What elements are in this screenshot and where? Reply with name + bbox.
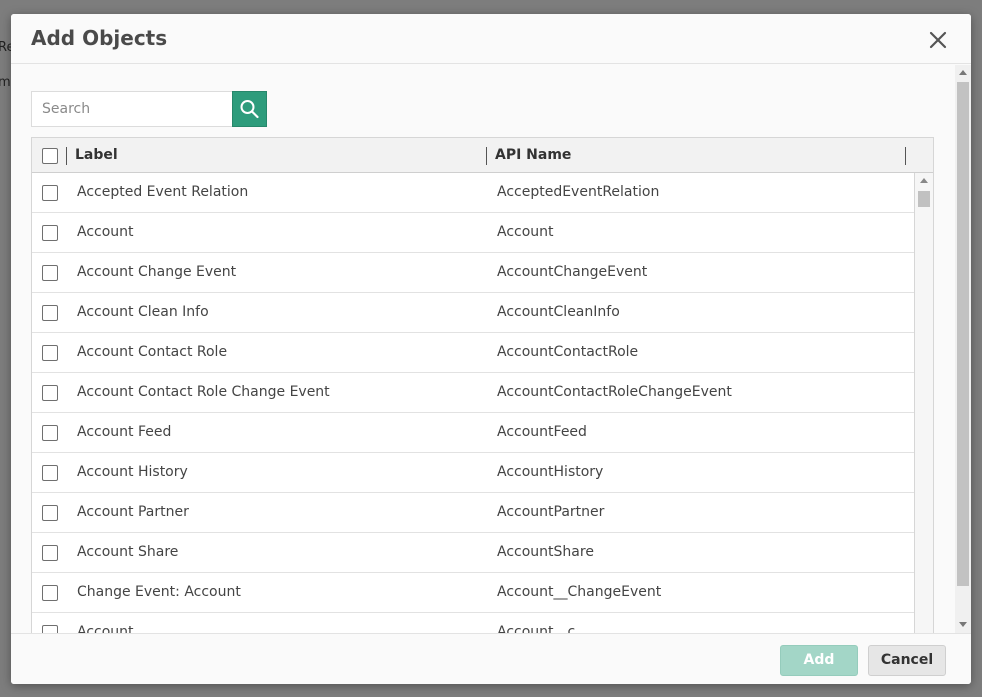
cancel-button[interactable]: Cancel <box>868 645 946 676</box>
row-label: Account Contact Role Change Event <box>77 384 330 400</box>
select-all-checkbox[interactable] <box>42 148 58 164</box>
search-bar <box>31 91 267 127</box>
table-row[interactable]: Account Partner AccountPartner <box>32 493 914 533</box>
row-api-name: Account__c <box>497 624 576 633</box>
table-body: Accepted Event Relation AcceptedEventRel… <box>32 173 914 633</box>
close-button[interactable] <box>925 27 951 53</box>
column-separator[interactable] <box>905 147 906 165</box>
table-row[interactable]: Accepted Event Relation AcceptedEventRel… <box>32 173 914 213</box>
objects-table: Label API Name Accepted Event Relation A… <box>31 137 934 633</box>
row-checkbox[interactable] <box>42 545 58 561</box>
row-checkbox[interactable] <box>42 345 58 361</box>
row-checkbox[interactable] <box>42 585 58 601</box>
row-checkbox[interactable] <box>42 265 58 281</box>
search-icon <box>240 100 259 119</box>
row-label: Account History <box>77 464 188 480</box>
row-label: Accepted Event Relation <box>77 184 249 200</box>
row-checkbox[interactable] <box>42 505 58 521</box>
table-row[interactable]: Account Feed AccountFeed <box>32 413 914 453</box>
row-checkbox[interactable] <box>42 465 58 481</box>
row-api-name: AccountContactRoleChangeEvent <box>497 384 732 400</box>
row-checkbox[interactable] <box>42 185 58 201</box>
modal-header: Add Objects <box>11 14 971 64</box>
modal-scrollbar[interactable] <box>955 65 971 633</box>
table-row[interactable]: Account Change Event AccountChangeEvent <box>32 253 914 293</box>
column-separator[interactable] <box>486 147 487 165</box>
row-label: Account Feed <box>77 424 172 440</box>
table-scrollbar[interactable] <box>914 173 933 633</box>
row-checkbox[interactable] <box>42 305 58 321</box>
column-header-label[interactable]: Label <box>75 147 118 163</box>
table-header: Label API Name <box>32 138 933 173</box>
table-row[interactable]: Account Contact Role Change Event Accoun… <box>32 373 914 413</box>
row-api-name: AccountContactRole <box>497 344 639 360</box>
row-api-name: AccountHistory <box>497 464 604 480</box>
row-label: Account Share <box>77 544 179 560</box>
table-row[interactable]: Account Share AccountShare <box>32 533 914 573</box>
row-checkbox[interactable] <box>42 625 58 633</box>
background-text-fragment: m <box>0 75 11 90</box>
modal-title: Add Objects <box>31 26 168 50</box>
add-objects-modal: Add Objects Label API Name <box>11 14 971 684</box>
row-api-name: Account <box>497 224 554 240</box>
scroll-up-arrow-icon[interactable] <box>920 178 928 183</box>
row-checkbox[interactable] <box>42 385 58 401</box>
row-label: Account <box>77 224 134 240</box>
column-separator <box>66 147 67 165</box>
table-row[interactable]: Change Event: Account Account__ChangeEve… <box>32 573 914 613</box>
row-checkbox[interactable] <box>42 225 58 241</box>
row-label: Account <box>77 624 134 633</box>
scroll-down-arrow-icon[interactable] <box>959 622 967 627</box>
add-button[interactable]: Add <box>780 645 858 676</box>
modal-body: Label API Name Accepted Event Relation A… <box>11 65 955 633</box>
close-icon <box>929 31 947 49</box>
row-label: Change Event: Account <box>77 584 241 600</box>
column-header-api-name[interactable]: API Name <box>495 147 571 163</box>
row-api-name: AccountFeed <box>497 424 587 440</box>
table-row[interactable]: Account Account__c <box>32 613 914 633</box>
row-label: Account Change Event <box>77 264 237 280</box>
table-row[interactable]: Account Contact Role AccountContactRole <box>32 333 914 373</box>
search-button[interactable] <box>232 91 267 127</box>
table-row[interactable]: Account Account <box>32 213 914 253</box>
modal-footer: Add Cancel <box>11 633 971 684</box>
row-api-name: Account__ChangeEvent <box>497 584 662 600</box>
table-row[interactable]: Account Clean Info AccountCleanInfo <box>32 293 914 333</box>
scroll-up-arrow-icon[interactable] <box>959 70 967 75</box>
table-scroll-thumb[interactable] <box>918 191 930 207</box>
row-api-name: AcceptedEventRelation <box>497 184 660 200</box>
row-api-name: AccountChangeEvent <box>497 264 648 280</box>
search-input[interactable] <box>31 91 233 127</box>
table-row[interactable]: Account History AccountHistory <box>32 453 914 493</box>
row-label: Account Clean Info <box>77 304 209 320</box>
row-api-name: AccountShare <box>497 544 594 560</box>
row-api-name: AccountCleanInfo <box>497 304 620 320</box>
row-api-name: AccountPartner <box>497 504 605 520</box>
row-checkbox[interactable] <box>42 425 58 441</box>
row-label: Account Partner <box>77 504 189 520</box>
modal-scroll-thumb[interactable] <box>957 82 969 586</box>
row-label: Account Contact Role <box>77 344 228 360</box>
